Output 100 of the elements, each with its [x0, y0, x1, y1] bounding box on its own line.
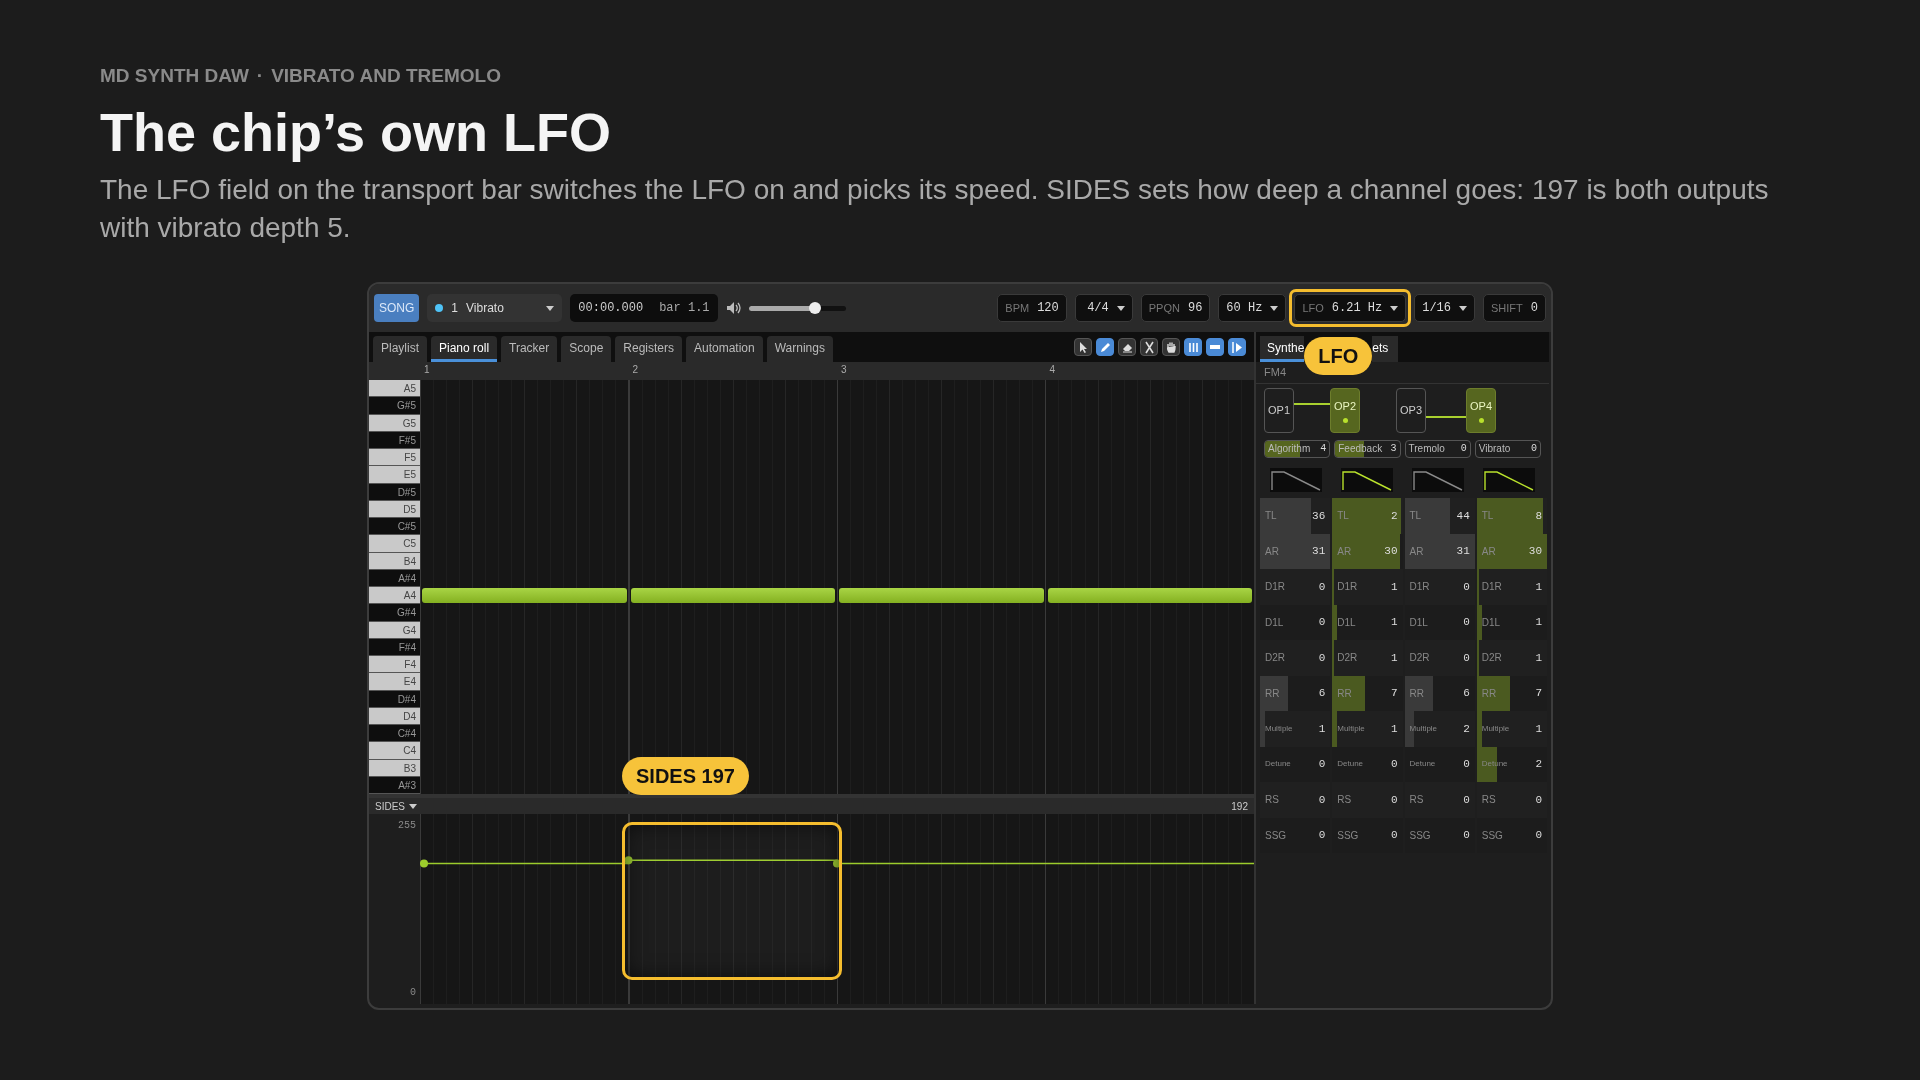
parameter-value: 0: [1535, 828, 1542, 843]
setting-label: Vibrato: [1478, 442, 1511, 456]
parameter-value: 2: [1535, 757, 1542, 772]
bar-number: 2: [632, 364, 639, 375]
parameter-label: TL: [1409, 509, 1422, 524]
chip-name: FM4: [1264, 365, 1286, 381]
parameter-label: Multiple: [1265, 722, 1293, 735]
operator-name: OP3: [1400, 403, 1422, 419]
field-value: 1/16: [1422, 300, 1451, 317]
parameter-value: 31: [1456, 544, 1470, 559]
parameter-value: 2: [1463, 721, 1470, 737]
parameter-label: AR: [1265, 544, 1279, 559]
parameter-value: 1: [1318, 721, 1326, 737]
parameter-label: TL: [1337, 509, 1349, 524]
parameter-value: 8: [1535, 508, 1542, 524]
parameter-label: SSG: [1265, 828, 1287, 843]
field-label: SHIFT: [1491, 300, 1523, 316]
parameter-label: RS: [1481, 793, 1496, 808]
field-value: 4/4: [1087, 300, 1109, 317]
time-text: 00:00.000: [578, 300, 644, 317]
parameter-label: AR: [1337, 544, 1352, 559]
track-number: 1: [451, 300, 459, 317]
parameter-label: AR: [1409, 544, 1424, 559]
parameter-label: Multiple: [1481, 722, 1510, 735]
parameter-value: 31: [1312, 544, 1326, 559]
parameter-value: 30: [1384, 544, 1398, 559]
parameter-value: 1: [1390, 721, 1398, 737]
parameter-value: 36: [1312, 508, 1326, 524]
setting-label: Algorithm: [1268, 442, 1311, 456]
parameter-value: 44: [1456, 508, 1470, 524]
parameter-value: 1: [1535, 615, 1542, 630]
parameter-label: SSG: [1337, 828, 1359, 843]
parameter-label: D1L: [1337, 615, 1356, 630]
parameter-label: D2R: [1337, 651, 1358, 666]
field-value: 0: [1530, 300, 1538, 317]
field-value: 96: [1187, 300, 1203, 317]
axis-label: 0: [409, 986, 416, 1000]
setting-value: 0: [1460, 442, 1467, 456]
parameter-label: RR: [1481, 686, 1497, 701]
parameter-value: 1: [1535, 650, 1542, 666]
parameter-label: D1R: [1337, 580, 1358, 595]
parameter-label: SSG: [1409, 828, 1431, 843]
bar-number: 1: [424, 364, 430, 375]
parameter-label: RS: [1337, 793, 1352, 808]
field-value: 60 Hz: [1226, 300, 1263, 317]
setting-value: 3: [1390, 442, 1397, 456]
parameter-value: 7: [1390, 686, 1398, 701]
axis-label: 255: [397, 819, 416, 833]
parameter-value: 0: [1318, 828, 1326, 843]
parameter-value: 0: [1318, 792, 1326, 808]
parameter-value: 0: [1463, 792, 1470, 808]
parameter-value: 0: [1463, 757, 1470, 772]
parameter-value: 0: [1390, 828, 1398, 843]
parameter-label: TL: [1481, 509, 1494, 524]
callout-label: SIDES 197: [622, 757, 749, 795]
field-value: 6.21 Hz: [1331, 300, 1383, 317]
parameter-name: SIDES: [375, 799, 405, 814]
field-label: PPQN: [1148, 300, 1180, 316]
page-title: The chip’s own LFO: [100, 101, 612, 164]
parameter-label: RS: [1409, 793, 1424, 808]
parameter-value: 0: [1535, 792, 1542, 808]
field-label: LFO: [1302, 300, 1324, 316]
setting-label: Feedback: [1338, 442, 1383, 456]
bar-number: 4: [1049, 364, 1056, 375]
parameter-label: Multiple: [1337, 722, 1365, 735]
setting-value: 4: [1320, 442, 1327, 456]
parameter-label: D2R: [1481, 651, 1502, 666]
parameter-value: 1: [1535, 721, 1542, 737]
setting-label: Tremolo: [1408, 442, 1445, 456]
parameter-value: 1: [1390, 615, 1398, 630]
operator-name: OP1: [1268, 403, 1290, 419]
field-label: BPM: [1005, 300, 1030, 316]
parameter-label: RR: [1337, 686, 1352, 701]
setting-value: 0: [1531, 442, 1537, 456]
parameter-label: SSG: [1481, 828, 1503, 843]
parameter-value: 1: [1535, 579, 1542, 595]
parameter-value: 6: [1463, 686, 1470, 701]
parameter-label: TL: [1265, 509, 1277, 524]
description-text: The LFO field on the transport bar switches the LFO on and picks its speed. SIDES sets how deep a channel goes: 197 is both outputs with vibrato depth 5.: [100, 172, 1770, 245]
field-value: 120: [1037, 300, 1059, 317]
parameter-value: 1: [1390, 650, 1398, 666]
automation-value: 192: [1231, 799, 1248, 814]
parameter-label: Detune: [1409, 758, 1436, 771]
position-text: bar 1.1: [659, 300, 710, 317]
operator-name: OP2: [1334, 399, 1356, 415]
parameter-label: RR: [1409, 686, 1424, 701]
operator-name: OP4: [1470, 399, 1492, 415]
parameter-label: D1R: [1481, 580, 1502, 595]
eyebrow-text: MD SYNTH DAW: [100, 64, 249, 88]
parameter-value: 2: [1390, 508, 1398, 524]
callout-label: LFO: [1304, 337, 1373, 375]
parameter-value: 30: [1528, 544, 1542, 559]
parameter-value: 0: [1463, 828, 1470, 843]
parameter-value: 0: [1390, 792, 1398, 808]
parameter-label: RR: [1265, 686, 1280, 701]
track-name: Vibrato: [466, 300, 505, 317]
parameter-value: 6: [1318, 686, 1326, 701]
parameter-value: 1: [1390, 579, 1398, 595]
bar-number: 3: [841, 364, 847, 375]
separator-dot: ·: [256, 64, 264, 88]
